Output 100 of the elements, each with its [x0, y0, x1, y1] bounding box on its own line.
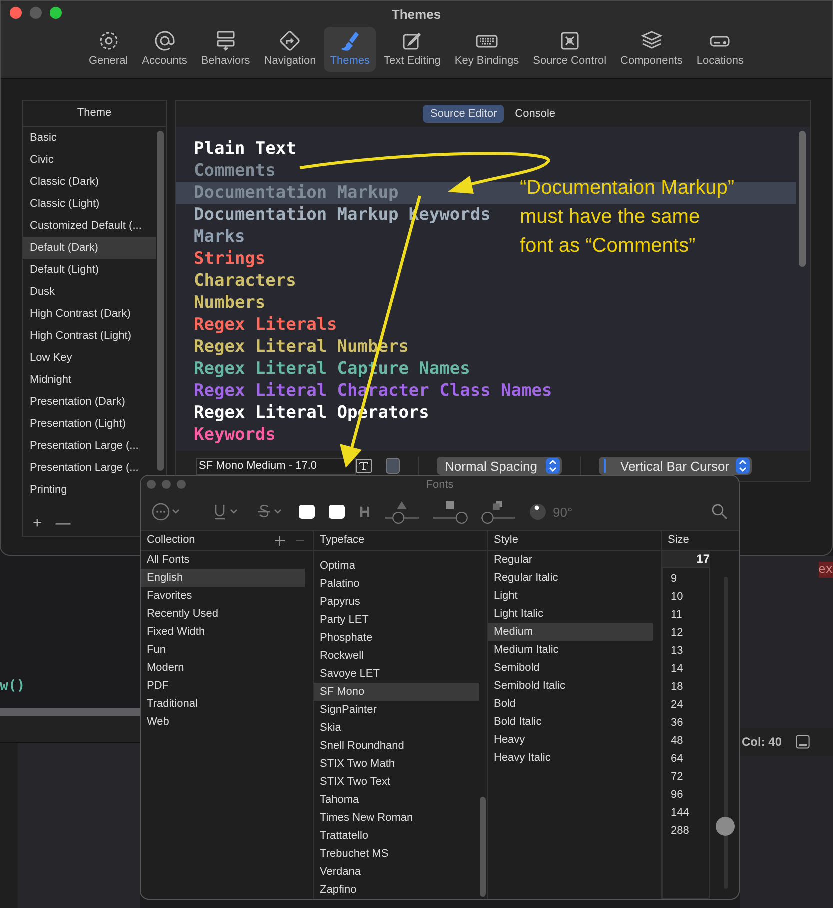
size-item[interactable]: 36 [663, 714, 709, 732]
theme-item[interactable]: Midnight [23, 369, 156, 391]
collection-item[interactable]: Modern [141, 659, 305, 677]
size-item[interactable]: 13 [663, 642, 709, 660]
typeface-item[interactable]: STIX Two Text [314, 773, 479, 791]
theme-item[interactable]: Customized Default (... [23, 215, 156, 237]
theme-item[interactable]: Classic (Dark) [23, 171, 156, 193]
close-button[interactable] [10, 7, 22, 19]
size-item[interactable]: 12 [663, 624, 709, 642]
typeface-item[interactable]: Phosphate [314, 629, 479, 647]
more-menu-icon[interactable] [151, 502, 181, 522]
size-item[interactable]: 14 [663, 660, 709, 678]
size-item[interactable]: 288 [663, 822, 709, 840]
slider-thumb[interactable] [456, 512, 468, 524]
text-color-well[interactable] [299, 505, 315, 519]
syntax-item[interactable]: Strings [194, 249, 266, 269]
toolbar-tab[interactable]: Components [614, 27, 689, 72]
scrollbar[interactable] [157, 131, 164, 471]
theme-item[interactable]: Presentation (Light) [23, 413, 156, 435]
close-button[interactable] [147, 480, 156, 489]
typeface-item[interactable]: Optima [314, 557, 479, 575]
toolbar-tab[interactable]: Locations [690, 27, 750, 72]
typeface-item[interactable]: Zapfino [314, 881, 479, 899]
typeface-item[interactable]: SF Mono [314, 683, 479, 701]
angle-dial-icon[interactable] [529, 503, 547, 521]
style-item[interactable]: Semibold Italic [488, 677, 653, 695]
theme-item[interactable]: Basic [23, 127, 156, 149]
scrollbar[interactable] [799, 131, 806, 267]
size-item[interactable]: 18 [663, 678, 709, 696]
spacing-popup[interactable]: Normal Spacing [437, 457, 562, 475]
theme-item[interactable]: Classic (Light) [23, 193, 156, 215]
style-item[interactable]: Medium Italic [488, 641, 653, 659]
style-item[interactable]: Regular Italic [488, 569, 653, 587]
shadow-opacity-slider[interactable] [385, 512, 419, 524]
slider-thumb[interactable] [392, 512, 405, 524]
typeface-item[interactable]: Snell Roundhand [314, 737, 479, 755]
collection-item[interactable]: Recently Used [141, 605, 305, 623]
syntax-item[interactable]: Comments [194, 161, 276, 181]
add-button[interactable]: + [27, 514, 48, 532]
typeface-item[interactable]: SignPainter [314, 701, 479, 719]
typeface-item[interactable]: Rockwell [314, 647, 479, 665]
style-item[interactable]: Regular [488, 551, 653, 569]
style-item[interactable]: Bold [488, 695, 653, 713]
theme-item[interactable]: Default (Dark) [23, 237, 156, 259]
typeface-item[interactable]: Palatino [314, 575, 479, 593]
add-icon[interactable] [275, 536, 285, 546]
size-item[interactable]: 96 [663, 786, 709, 804]
font-picker-icon[interactable] [356, 459, 372, 473]
typeface-item[interactable]: Papyrus [314, 593, 479, 611]
size-field[interactable]: 17 [662, 551, 710, 567]
typeface-item[interactable]: Party LET [314, 611, 479, 629]
syntax-item[interactable]: Keywords [194, 425, 276, 445]
typeface-item[interactable]: Times New Roman [314, 809, 479, 827]
theme-item[interactable]: High Contrast (Light) [23, 325, 156, 347]
typeface-item[interactable]: STIX Two Math [314, 755, 479, 773]
typeface-item[interactable]: Skia [314, 719, 479, 737]
size-item[interactable]: 11 [663, 606, 709, 624]
segment-tab[interactable]: Console [508, 105, 562, 123]
syntax-item[interactable]: Marks [194, 227, 246, 247]
collection-item[interactable]: All Fonts [141, 551, 305, 569]
style-item[interactable]: Light Italic [488, 605, 653, 623]
collection-item[interactable]: Fixed Width [141, 623, 305, 641]
theme-item[interactable]: Dusk [23, 281, 156, 303]
shadow-blur-slider[interactable] [433, 512, 467, 524]
size-slider-thumb[interactable] [716, 816, 735, 836]
collection-item[interactable]: Fun [141, 641, 305, 659]
minimize-button[interactable] [30, 7, 42, 19]
typeface-item[interactable]: Savoye LET [314, 665, 479, 683]
size-item[interactable]: 72 [663, 768, 709, 786]
theme-item[interactable]: Presentation Large (... [23, 457, 156, 479]
typeface-item[interactable]: Trattatello [314, 827, 479, 845]
theme-item[interactable]: Presentation (Dark) [23, 391, 156, 413]
collection-item[interactable]: English [141, 569, 305, 587]
style-item[interactable]: Heavy [488, 731, 653, 749]
zoom-button[interactable] [50, 7, 62, 19]
color-swatch[interactable] [386, 458, 400, 474]
syntax-item[interactable]: Plain Text [194, 139, 296, 159]
segment-tab[interactable]: Source Editor [423, 105, 504, 123]
typeface-item[interactable]: Trebuchet MS [314, 845, 479, 863]
size-item[interactable]: 48 [663, 732, 709, 750]
shadow-offset-slider[interactable] [481, 512, 515, 524]
minimize-button[interactable] [162, 480, 171, 489]
toolbar-tab[interactable]: Key Bindings [448, 27, 526, 72]
syntax-item[interactable]: Characters [194, 271, 296, 291]
theme-item[interactable]: Presentation Large (... [23, 435, 156, 457]
theme-item[interactable]: Default (Light) [23, 259, 156, 281]
typeface-item[interactable]: Verdana [314, 863, 479, 881]
style-item[interactable]: Semibold [488, 659, 653, 677]
search-icon[interactable] [711, 503, 729, 521]
size-item[interactable]: 64 [663, 750, 709, 768]
toolbar-tab[interactable]: Behaviors [195, 27, 256, 72]
toolbar-tab[interactable]: Text Editing [378, 27, 447, 72]
document-color-well[interactable] [329, 505, 345, 519]
collection-item[interactable]: Favorites [141, 587, 305, 605]
style-item[interactable]: Heavy Italic [488, 749, 653, 767]
size-item[interactable]: 24 [663, 696, 709, 714]
theme-item[interactable]: High Contrast (Dark) [23, 303, 156, 325]
size-item[interactable]: 9 [663, 570, 709, 588]
toolbar-tab[interactable]: General [83, 27, 134, 72]
theme-item[interactable]: Low Key [23, 347, 156, 369]
